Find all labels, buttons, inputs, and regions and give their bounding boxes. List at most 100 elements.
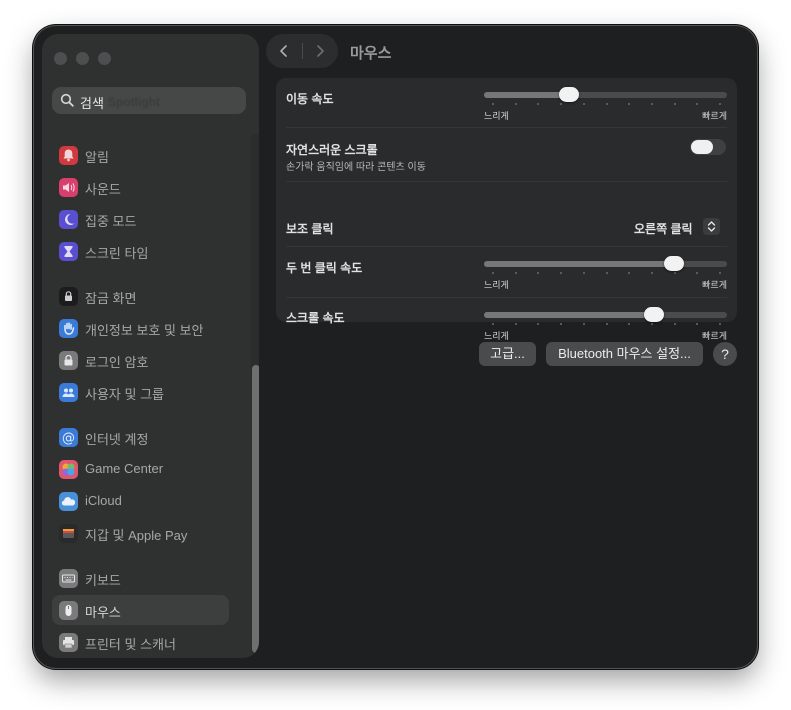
sidebar-item-label: 키보드 [85, 573, 121, 588]
slider-knob[interactable] [664, 256, 684, 271]
close-window-button[interactable] [54, 52, 67, 65]
sidebar-item-privacy-security[interactable]: 개인정보 보호 및 보안 [52, 313, 229, 343]
search-ghost-text: Spotlight [108, 95, 160, 109]
sidebar-item-screen-time[interactable]: 스크린 타임 [52, 236, 229, 266]
slider-tick [492, 272, 494, 274]
advanced-button[interactable]: 고급... [479, 342, 536, 366]
svg-text:@: @ [62, 431, 75, 446]
sidebar-scrollbar-thumb[interactable] [252, 365, 259, 653]
secondary-click-label: 보조 클릭 [286, 222, 334, 236]
bell-icon [59, 146, 78, 165]
row-divider [286, 297, 727, 298]
users-icon [59, 383, 78, 402]
mouse-settings-card: 이동 속도 느리게 빠르게 자연스러운 스크롤 손가락 움직임에 따라 콘텐츠 … [276, 78, 737, 341]
sidebar-item-wallet-apple-pay[interactable]: 지갑 및 Apple Pay [52, 518, 229, 548]
slider-tick [492, 103, 494, 105]
lock-icon [59, 351, 78, 370]
help-button[interactable]: ? [713, 342, 737, 366]
lock-screen-icon [59, 287, 78, 306]
slider-tick [583, 323, 585, 325]
moon-icon [59, 210, 78, 229]
slider-tick [651, 103, 653, 105]
slider-tick [696, 323, 698, 325]
back-chevron-icon[interactable] [276, 43, 292, 59]
sidebar-item-label: 프린터 및 스캐너 [85, 637, 176, 652]
sidebar-item-game-center[interactable]: Game Center [52, 454, 229, 484]
hourglass-icon [59, 242, 78, 261]
sidebar-item-label: 알림 [85, 150, 109, 165]
sidebar-item-label: 지갑 및 Apple Pay [85, 528, 188, 543]
sidebar-item-label: Game Center [85, 461, 164, 476]
nav-divider [302, 43, 303, 59]
slider-tick [674, 103, 676, 105]
secondary-click-select-value[interactable]: 오른쪽 클릭 [634, 220, 693, 237]
search-field[interactable]: Spotlight 검색 [52, 87, 246, 114]
slider-tick [492, 323, 494, 325]
slider-tick [719, 103, 721, 105]
slider-tick [560, 323, 562, 325]
sidebar-item-lock-screen[interactable]: 잠금 화면 [52, 281, 229, 311]
printer-icon [59, 633, 78, 652]
sidebar-item-label: 개인정보 보호 및 보안 [85, 323, 204, 338]
forward-chevron-icon[interactable] [312, 43, 328, 59]
slider-knob[interactable] [644, 307, 664, 322]
wallet-icon [59, 524, 78, 543]
sidebar-item-mouse[interactable]: 마우스 [52, 595, 229, 625]
slider-tick [696, 272, 698, 274]
slider-min-label: 느리게 [484, 331, 509, 341]
sidebar-item-notifications[interactable]: 알림 [52, 140, 229, 170]
sidebar-item-internet-accounts[interactable]: @ 인터넷 계정 [52, 422, 229, 452]
slider-max-label: 빠르게 [702, 331, 727, 341]
slider-tick [537, 323, 539, 325]
slider-fill [484, 92, 569, 98]
slider-tick [628, 103, 630, 105]
slider-tick [537, 103, 539, 105]
sidebar-item-label: iCloud [85, 493, 122, 508]
hand-icon [59, 319, 78, 338]
keyboard-icon [59, 569, 78, 588]
sidebar-item-label: 사운드 [85, 182, 121, 197]
sidebar-item-focus[interactable]: 집중 모드 [52, 204, 229, 234]
slider-fill [484, 312, 654, 318]
row-divider [286, 181, 727, 182]
row-divider [286, 246, 727, 247]
slider-fill [484, 261, 674, 267]
slider-tick [696, 103, 698, 105]
slider-tick [719, 323, 721, 325]
scroll-speed-label: 스크롤 속도 [286, 311, 345, 325]
slider-tick [674, 323, 676, 325]
row-divider [286, 127, 727, 128]
sidebar-item-login-password[interactable]: 로그인 암호 [52, 345, 229, 375]
sidebar-item-icloud[interactable]: iCloud [52, 486, 229, 516]
slider-tick [515, 103, 517, 105]
speaker-icon [59, 178, 78, 197]
slider-tick [606, 272, 608, 274]
secondary-click-select[interactable] [703, 218, 720, 235]
sidebar-item-keyboard[interactable]: 키보드 [52, 563, 229, 593]
slider-min-label: 느리게 [484, 111, 509, 121]
slider-min-label: 느리게 [484, 280, 509, 290]
slider-tick [515, 272, 517, 274]
slider-max-label: 빠르게 [702, 280, 727, 290]
slider-tick [583, 272, 585, 274]
minimize-window-button[interactable] [76, 52, 89, 65]
settings-window: Spotlight 검색 알림 사운드 집중 모드 스크린 타임 잠금 화면 개… [34, 26, 757, 668]
page-title: 마우스 [350, 45, 392, 62]
sidebar-item-users-groups[interactable]: 사용자 및 그룹 [52, 377, 229, 407]
slider-ticks [484, 323, 727, 326]
slider-tick [651, 323, 653, 325]
bluetooth-mouse-setup-button[interactable]: Bluetooth 마우스 설정... [546, 342, 703, 366]
slider-tick [560, 272, 562, 274]
slider-tick [651, 272, 653, 274]
slider-knob[interactable] [559, 87, 579, 102]
game-center-icon [59, 460, 78, 479]
sidebar-item-sound[interactable]: 사운드 [52, 172, 229, 202]
slider-tick [674, 272, 676, 274]
zoom-window-button[interactable] [98, 52, 111, 65]
at-icon: @ [59, 428, 78, 447]
slider-max-label: 빠르게 [702, 111, 727, 121]
natural-scroll-toggle[interactable] [690, 139, 726, 155]
sidebar-item-printers-scanners[interactable]: 프린터 및 스캐너 [52, 627, 229, 657]
double-click-speed-label: 두 번 클릭 속도 [286, 261, 363, 275]
slider-tick [583, 103, 585, 105]
